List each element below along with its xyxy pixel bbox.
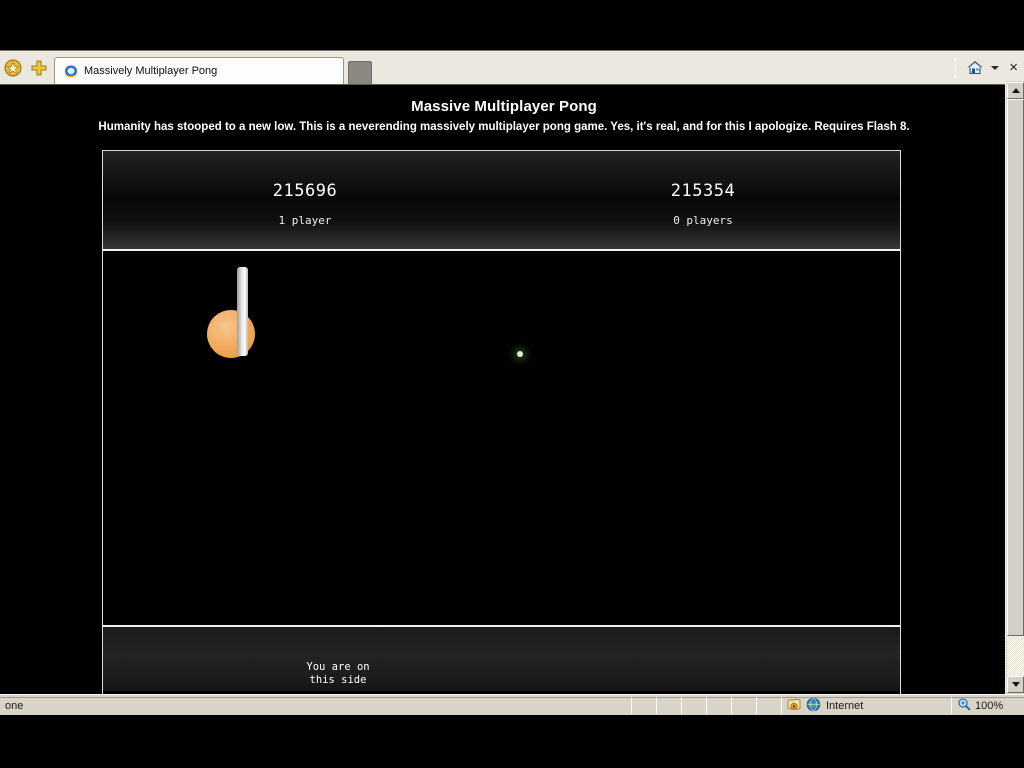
- screen: Massively Multiplayer Pong × Massive Mul…: [0, 0, 1024, 768]
- status-pane-5: [731, 696, 756, 714]
- scroll-down-button[interactable]: [1007, 676, 1024, 693]
- player-paddle[interactable]: [237, 267, 248, 356]
- your-side-label-line2: this side: [309, 674, 367, 686]
- home-icon[interactable]: [962, 55, 988, 81]
- desktop-background: [0, 715, 1024, 768]
- status-message: one: [5, 699, 24, 712]
- page-subtitle: Humanity has stooped to a new low. This …: [98, 121, 910, 133]
- new-tab-button[interactable]: [348, 61, 372, 84]
- score-left-players: 1 player: [278, 214, 332, 227]
- globe-icon: [806, 697, 821, 715]
- browser-tab-active[interactable]: Massively Multiplayer Pong: [54, 57, 344, 84]
- close-icon[interactable]: ×: [1005, 60, 1022, 75]
- page-title: Massive Multiplayer Pong: [411, 98, 597, 115]
- security-zone-label: Internet: [826, 699, 864, 712]
- score-right-team: 215354 0 players: [573, 151, 833, 227]
- status-pane-2: [656, 696, 681, 714]
- tab-strip: Massively Multiplayer Pong: [54, 51, 372, 84]
- scroll-up-arrow-icon: [1011, 88, 1020, 93]
- status-pane-1: [631, 696, 656, 714]
- scoreboard: 215696 1 player 215354 0 players: [103, 151, 900, 251]
- your-side-label-line1: You are on: [306, 661, 370, 673]
- tab-title: Massively Multiplayer Pong: [84, 65, 218, 77]
- chrome-right-controls: ×: [949, 51, 1024, 84]
- vertical-scrollbar[interactable]: [1005, 81, 1024, 694]
- status-bar: one Internet 100%: [0, 694, 1024, 715]
- scrollbar-thumb[interactable]: [1007, 99, 1024, 636]
- internet-explorer-icon: [63, 63, 79, 79]
- score-left-value: 215696: [272, 181, 338, 201]
- flash-game-panel[interactable]: 215696 1 player 215354 0 players You are…: [102, 150, 901, 694]
- security-zone-icon: [787, 697, 801, 714]
- status-pane-6: [756, 696, 781, 714]
- zoom-level-label: 100%: [975, 699, 1004, 712]
- security-zone-pane[interactable]: Internet: [781, 696, 951, 715]
- browser-tab-bar: Massively Multiplayer Pong ×: [0, 50, 1024, 85]
- secondary-ball: [517, 351, 523, 357]
- toolbar-divider: [955, 57, 957, 78]
- your-side-label: You are on this side: [243, 661, 433, 687]
- zoom-level-pane[interactable]: 100%: [951, 696, 1024, 714]
- home-dropdown-chevron-down-icon[interactable]: [991, 65, 1000, 70]
- status-message-pane: one: [0, 696, 631, 714]
- game-footer: You are on this side: [103, 627, 900, 691]
- status-pane-4: [706, 696, 731, 714]
- scroll-up-button[interactable]: [1007, 82, 1024, 99]
- zoom-magnifier-icon: [957, 697, 971, 714]
- status-pane-3: [681, 696, 706, 714]
- favorites-star-icon[interactable]: [0, 55, 26, 81]
- page-viewport: Massive Multiplayer Pong Humanity has st…: [0, 86, 1008, 694]
- score-left-team: 215696 1 player: [175, 151, 435, 227]
- pong-playfield[interactable]: [103, 251, 900, 627]
- add-favorite-plus-icon[interactable]: [26, 55, 52, 81]
- scroll-down-arrow-icon: [1011, 682, 1020, 687]
- score-right-players: 0 players: [673, 214, 733, 227]
- score-right-value: 215354: [670, 181, 736, 201]
